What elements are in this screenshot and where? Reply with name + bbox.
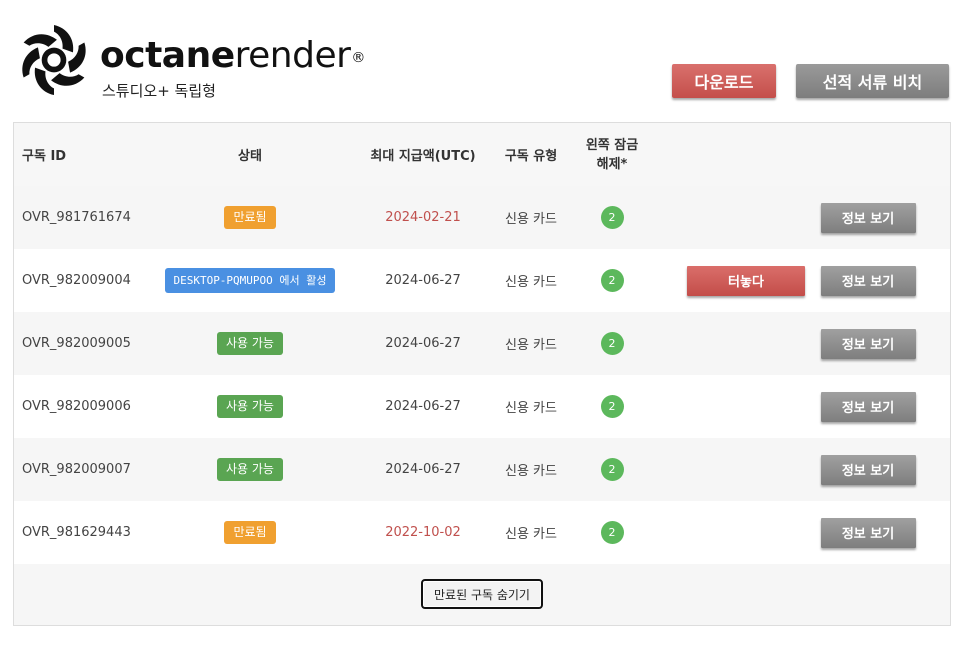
- status-cell: 만료됨: [164, 186, 336, 249]
- status-cell: 사용 가능: [164, 438, 336, 501]
- table-row: OVR_982009006 사용 가능 2024-06-27 신용 카드 2 정보 보기: [14, 375, 950, 438]
- max-payment-date: 2024-06-27: [385, 336, 461, 351]
- table-row: OVR_982009005 사용 가능 2024-06-27 신용 카드 2 정보 보기: [14, 312, 950, 375]
- unlocks-remaining-badge: 2: [600, 521, 624, 544]
- view-info-button[interactable]: 정보 보기: [820, 202, 916, 233]
- status-cell: 사용 가능: [164, 312, 336, 375]
- view-info-button[interactable]: 정보 보기: [820, 265, 916, 296]
- max-payment-date: 2024-02-21: [385, 210, 461, 225]
- unlock-cell: 2: [580, 375, 644, 438]
- table-row: OVR_982009007 사용 가능 2024-06-27 신용 카드 2 정보 보기: [14, 438, 950, 501]
- info-cell: 정보 보기: [820, 438, 916, 501]
- detach-button[interactable]: 터놓다: [687, 265, 805, 296]
- unlock-cell: 2: [580, 249, 644, 312]
- unlocks-remaining-badge: 2: [600, 332, 624, 355]
- octanerender-logo: octanerender® 스튜디오+ 독립형: [18, 22, 365, 102]
- subscription-id: OVR_982009007: [22, 462, 131, 477]
- info-cell: 정보 보기: [820, 501, 916, 564]
- header-id: 구독 ID: [22, 149, 67, 164]
- detach-cell: 터놓다: [686, 249, 806, 312]
- table-row: OVR_981761674 만료됨 2024-02-21 신용 카드 2 정보 보기: [14, 186, 950, 249]
- max-payment-date: 2022-10-02: [385, 525, 461, 540]
- max-payment-date: 2024-06-27: [385, 462, 461, 477]
- unlocks-remaining-badge: 2: [600, 206, 624, 229]
- hide-expired-button[interactable]: 만료된 구독 숨기기: [421, 579, 543, 609]
- unlock-cell: 2: [580, 501, 644, 564]
- subscription-type: 신용 카드: [505, 401, 557, 416]
- subscription-type: 신용 카드: [505, 212, 557, 227]
- status-badge: 만료됨: [224, 206, 276, 229]
- view-info-button[interactable]: 정보 보기: [820, 454, 916, 485]
- logo-word-render: render: [234, 35, 351, 76]
- subscription-type: 신용 카드: [505, 338, 557, 353]
- subscription-type: 신용 카드: [505, 527, 557, 542]
- unlocks-remaining-badge: 2: [600, 395, 624, 418]
- info-cell: 정보 보기: [820, 375, 916, 438]
- header-type: 구독 유형: [504, 149, 558, 164]
- registered-mark: ®: [351, 50, 365, 66]
- subscription-type: 신용 카드: [505, 464, 557, 479]
- view-info-button[interactable]: 정보 보기: [820, 391, 916, 422]
- status-badge: 사용 가능: [217, 332, 283, 355]
- subscription-id: OVR_982009004: [22, 273, 131, 288]
- header-max-payment: 최대 지급액(UTC): [370, 149, 476, 164]
- logo-wordmark: octanerender®: [100, 36, 365, 76]
- status-cell: 만료됨: [164, 501, 336, 564]
- subscriptions-table: 구독 ID 상태 최대 지급액(UTC) 구독 유형 왼쪽 잠금 해제* OVR…: [13, 122, 951, 626]
- table-row: OVR_982009004 DESKTOP-PQMUPOO 에서 활성 2024-0…: [14, 249, 950, 312]
- status-badge: 만료됨: [224, 521, 276, 544]
- subscription-type: 신용 카드: [505, 275, 557, 290]
- header-status: 상태: [238, 149, 262, 164]
- invoice-button[interactable]: 선적 서류 비치: [796, 64, 949, 98]
- subscription-id: OVR_981761674: [22, 210, 131, 225]
- info-cell: 정보 보기: [820, 249, 916, 312]
- unlock-cell: 2: [580, 438, 644, 501]
- subscription-id: OVR_981629443: [22, 525, 131, 540]
- header-unlock: 왼쪽 잠금 해제*: [585, 137, 639, 172]
- view-info-button[interactable]: 정보 보기: [820, 517, 916, 548]
- subscription-id: OVR_982009006: [22, 399, 131, 414]
- status-cell: DESKTOP-PQMUPOO 에서 활성: [164, 249, 336, 312]
- unlock-cell: 2: [580, 186, 644, 249]
- download-button[interactable]: 다운로드: [672, 64, 776, 98]
- unlocks-remaining-badge: 2: [600, 269, 624, 292]
- status-cell: 사용 가능: [164, 375, 336, 438]
- max-payment-date: 2024-06-27: [385, 399, 461, 414]
- octane-logo-icon: [22, 24, 86, 96]
- status-badge: DESKTOP-PQMUPOO 에서 활성: [165, 268, 335, 293]
- info-cell: 정보 보기: [820, 186, 916, 249]
- info-cell: 정보 보기: [820, 312, 916, 375]
- view-info-button[interactable]: 정보 보기: [820, 328, 916, 359]
- table-header: 구독 ID 상태 최대 지급액(UTC) 구독 유형 왼쪽 잠금 해제*: [14, 123, 950, 187]
- unlock-cell: 2: [580, 312, 644, 375]
- subscription-id: OVR_982009005: [22, 336, 131, 351]
- status-badge: 사용 가능: [217, 395, 283, 418]
- table-row: OVR_981629443 만료됨 2022-10-02 신용 카드 2 정보 보기: [14, 501, 950, 564]
- unlocks-remaining-badge: 2: [600, 458, 624, 481]
- status-badge: 사용 가능: [217, 458, 283, 481]
- logo-word-octane: octane: [100, 35, 235, 76]
- max-payment-date: 2024-06-27: [385, 273, 461, 288]
- edition-label: 스튜디오+ 독립형: [102, 82, 216, 100]
